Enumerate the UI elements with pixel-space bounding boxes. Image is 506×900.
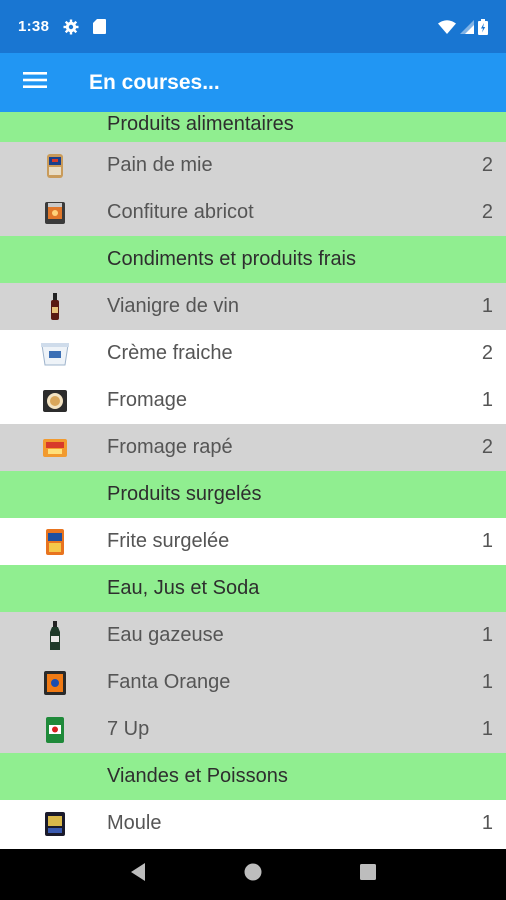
app-bar: En courses... (0, 53, 506, 112)
list-item[interactable]: Fromage rapé 2 (0, 424, 506, 471)
item-name: Frite surgelée (107, 530, 230, 552)
cheese-product-icon (42, 387, 68, 415)
item-quantity: 2 (481, 154, 493, 176)
item-quantity: 1 (481, 671, 493, 693)
home-button[interactable] (233, 855, 273, 895)
list-item[interactable]: Fanta Orange 1 (0, 659, 506, 706)
fanta-orange-product-icon (42, 669, 68, 697)
list-item[interactable]: Vianigre de vin 1 (0, 283, 506, 330)
status-bar: 1:38 (0, 0, 506, 53)
item-name: Fanta Orange (107, 671, 231, 693)
cream-pot-product-icon (40, 340, 70, 368)
recents-button[interactable] (348, 855, 388, 895)
frozen-fries-product-icon (42, 528, 68, 556)
item-name: Fromage (107, 389, 188, 411)
recents-icon (359, 863, 377, 886)
back-button[interactable] (118, 855, 158, 895)
item-quantity: 1 (481, 718, 493, 740)
item-quantity: 1 (481, 530, 493, 552)
item-name: Pain de mie (107, 154, 213, 176)
item-name: Fromage rapé (107, 436, 233, 458)
signal-icon (460, 19, 474, 34)
list-item[interactable]: Crème fraiche 2 (0, 330, 506, 377)
section-header: Viandes et Poissons (0, 753, 506, 800)
item-quantity: 1 (481, 812, 493, 834)
seven-up-product-icon (42, 716, 68, 744)
list-item[interactable]: Frite surgelée 1 (0, 518, 506, 565)
sd-card-icon (93, 19, 107, 34)
sparkling-water-bottle-product-icon (42, 621, 68, 650)
bread-product-icon (42, 152, 68, 180)
hamburger-menu-icon (23, 71, 47, 94)
list-item[interactable]: Pain de mie 2 (0, 142, 506, 189)
item-quantity: 2 (481, 436, 493, 458)
list-item[interactable]: Fromage 1 (0, 377, 506, 424)
mussels-product-icon (42, 810, 68, 838)
status-time: 1:38 (18, 18, 50, 35)
section-header: Produits alimentaires (0, 112, 506, 142)
gear-icon (63, 19, 79, 35)
shopping-list[interactable]: Produits alimentaires Pain de mie 2 Conf… (0, 112, 506, 849)
battery-icon (478, 18, 488, 35)
item-name: Crème fraiche (107, 342, 233, 364)
item-quantity: 1 (481, 624, 493, 646)
list-item[interactable]: 7 Up 1 (0, 706, 506, 753)
grated-cheese-product-icon (42, 434, 68, 462)
item-quantity: 2 (481, 342, 493, 364)
section-header: Condiments et produits frais (0, 236, 506, 283)
item-quantity: 2 (481, 201, 493, 223)
section-header: Produits surgelés (0, 471, 506, 518)
item-name: Moule (107, 812, 162, 834)
list-item[interactable]: Eau gazeuse 1 (0, 612, 506, 659)
home-icon (243, 862, 263, 887)
item-name: Vianigre de vin (107, 295, 239, 317)
jam-jar-product-icon (42, 199, 68, 227)
wifi-icon (438, 19, 456, 34)
system-navigation-bar (0, 849, 506, 900)
page-title: En courses... (89, 70, 220, 94)
vinegar-bottle-product-icon (42, 293, 68, 321)
list-item[interactable]: Confiture abricot 2 (0, 189, 506, 236)
list-item[interactable]: Moule 1 (0, 800, 506, 847)
item-name: Eau gazeuse (107, 624, 224, 646)
hamburger-menu-button[interactable] (0, 53, 70, 112)
item-quantity: 1 (481, 389, 493, 411)
item-name: 7 Up (107, 718, 150, 740)
section-header: Eau, Jus et Soda (0, 565, 506, 612)
item-name: Confiture abricot (107, 201, 254, 223)
back-icon (129, 862, 147, 887)
item-quantity: 1 (481, 295, 493, 317)
